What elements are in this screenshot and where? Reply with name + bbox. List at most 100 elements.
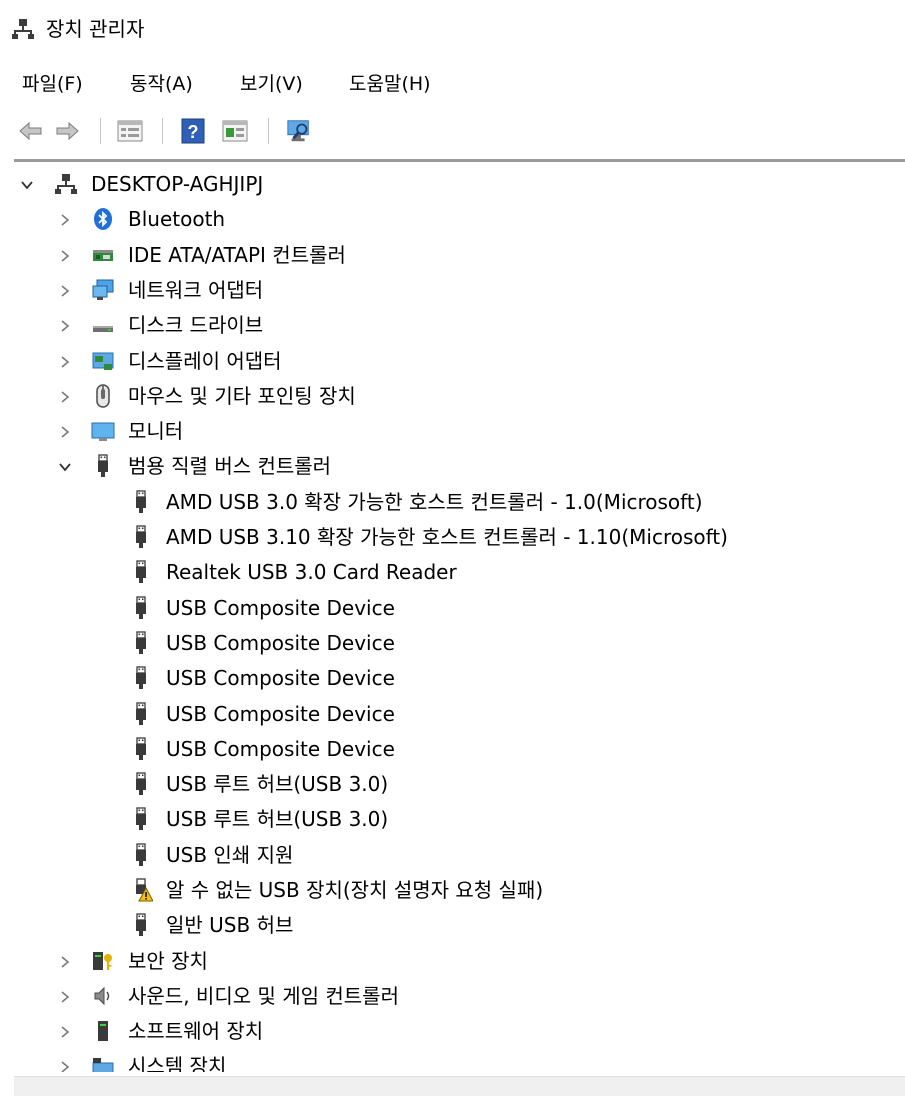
usb-icon: [129, 631, 153, 655]
tree-device[interactable]: USB Composite Device: [0, 660, 905, 695]
tree-category[interactable]: 네트워크 어댑터: [0, 272, 905, 307]
tree-category[interactable]: 사운드, 비디오 및 게임 컨트롤러: [0, 978, 905, 1013]
software-device-icon: [91, 1019, 115, 1043]
tree-device[interactable]: USB Composite Device: [0, 696, 905, 731]
tree-device[interactable]: USB Composite Device: [0, 625, 905, 660]
chevron-right-icon[interactable]: [58, 283, 72, 297]
tree-device[interactable]: AMD USB 3.0 확장 가능한 호스트 컨트롤러 - 1.0(Micros…: [0, 484, 905, 519]
tree-item-label: Bluetooth: [128, 207, 226, 231]
tree-item-label: 디스플레이 어댑터: [128, 349, 282, 373]
update-driver-button[interactable]: [222, 118, 248, 144]
tree-device[interactable]: AMD USB 3.10 확장 가능한 호스트 컨트롤러 - 1.10(Micr…: [0, 519, 905, 554]
menu-view[interactable]: 보기(V): [240, 72, 303, 96]
window-title: 장치 관리자: [46, 17, 145, 41]
menu-action[interactable]: 동작(A): [130, 72, 193, 96]
usb-icon: [129, 772, 153, 796]
sound-icon: [91, 984, 115, 1008]
properties-button[interactable]: [117, 118, 143, 144]
tree-item-label: USB Composite Device: [166, 702, 395, 726]
tree-device[interactable]: 일반 USB 허브: [0, 907, 905, 942]
security-device-icon: [91, 949, 115, 973]
menu-file[interactable]: 파일(F): [22, 72, 83, 96]
system-device-icon: [91, 1054, 115, 1072]
tree-category[interactable]: 마우스 및 기타 포인팅 장치: [0, 378, 905, 413]
device-tree: DESKTOP-AGHJIPJ Bluetooth IDE ATA/ATAPI 컨트…: [0, 166, 905, 1072]
usb-icon: [129, 702, 153, 726]
tree-item-label: Realtek USB 3.0 Card Reader: [166, 560, 457, 584]
svg-text:?: ?: [188, 122, 199, 142]
chevron-right-icon[interactable]: [58, 318, 72, 332]
tree-item-label: AMD USB 3.0 확장 가능한 호스트 컨트롤러 - 1.0(Micros…: [166, 490, 703, 514]
computer-icon: [54, 172, 78, 196]
tree-item-label: 범용 직렬 버스 컨트롤러: [128, 454, 332, 478]
tree-item-label: 알 수 없는 USB 장치(장치 설명자 요청 실패): [166, 878, 544, 902]
tree-category[interactable]: 모니터: [0, 413, 905, 448]
tree-item-label: 일반 USB 허브: [166, 913, 294, 937]
device-manager-icon: [12, 18, 34, 40]
network-adapter-icon: [91, 278, 115, 302]
tree-device[interactable]: 알 수 없는 USB 장치(장치 설명자 요청 실패): [0, 872, 905, 907]
usb-warning-icon: [129, 878, 154, 902]
forward-arrow-icon: [56, 121, 79, 141]
tree-item-label: USB Composite Device: [166, 737, 395, 761]
tree-item-label: USB Composite Device: [166, 596, 395, 620]
mouse-icon: [91, 384, 115, 408]
tree-device[interactable]: USB 루트 허브(USB 3.0): [0, 766, 905, 801]
chevron-down-icon[interactable]: [58, 459, 72, 473]
tree-device[interactable]: USB 루트 허브(USB 3.0): [0, 801, 905, 836]
tree-category[interactable]: 디스크 드라이브: [0, 307, 905, 342]
back-button[interactable]: [18, 118, 44, 144]
chevron-right-icon[interactable]: [58, 989, 72, 1003]
chevron-right-icon[interactable]: [58, 1024, 72, 1038]
tree-category[interactable]: 소프트웨어 장치: [0, 1013, 905, 1048]
chevron-right-icon[interactable]: [58, 248, 72, 262]
chevron-right-icon[interactable]: [58, 212, 72, 226]
disk-drive-icon: [91, 313, 115, 337]
tree-category[interactable]: 디스플레이 어댑터: [0, 343, 905, 378]
usb-icon: [129, 490, 153, 514]
tree-item-label: 시스템 장치: [128, 1054, 227, 1072]
usb-icon: [129, 843, 153, 867]
chevron-right-icon[interactable]: [58, 354, 72, 368]
tree-item-label: 사운드, 비디오 및 게임 컨트롤러: [128, 984, 399, 1008]
usb-icon: [129, 737, 153, 761]
scan-hardware-icon: [287, 120, 309, 142]
tree-item-label: USB 루트 허브(USB 3.0): [166, 772, 389, 796]
forward-button[interactable]: [54, 118, 80, 144]
tree-device[interactable]: USB Composite Device: [0, 731, 905, 766]
tree-item-label: USB 루트 허브(USB 3.0): [166, 807, 389, 831]
chevron-right-icon[interactable]: [58, 1059, 72, 1072]
tree-category[interactable]: 범용 직렬 버스 컨트롤러: [0, 448, 905, 483]
tree-item-label: USB 인쇄 지원: [166, 843, 294, 867]
toolbar: ?: [0, 108, 905, 154]
tree-device[interactable]: USB Composite Device: [0, 590, 905, 625]
tree-item-label: 네트워크 어댑터: [128, 278, 264, 302]
usb-icon: [129, 525, 153, 549]
back-arrow-icon: [19, 121, 42, 141]
tree-category[interactable]: 시스템 장치: [0, 1048, 905, 1072]
bluetooth-icon: [91, 207, 115, 231]
tree-item-label: IDE ATA/ATAPI 컨트롤러: [128, 243, 346, 267]
help-icon: ?: [181, 118, 205, 144]
tree-category[interactable]: Bluetooth: [0, 201, 905, 236]
menu-bar: 파일(F) 동작(A) 보기(V) 도움말(H): [0, 62, 905, 106]
tree-device[interactable]: USB 인쇄 지원: [0, 837, 905, 872]
chevron-right-icon[interactable]: [58, 424, 72, 438]
tree-item-label: 마우스 및 기타 포인팅 장치: [128, 384, 356, 408]
tree-item-label: AMD USB 3.10 확장 가능한 호스트 컨트롤러 - 1.10(Micr…: [166, 525, 728, 549]
chevron-right-icon[interactable]: [58, 389, 72, 403]
usb-icon: [129, 560, 153, 584]
status-bar: [14, 1076, 905, 1096]
usb-icon: [129, 666, 153, 690]
menu-help[interactable]: 도움말(H): [349, 72, 431, 96]
tree-item-label: USB Composite Device: [166, 666, 395, 690]
scan-hardware-button[interactable]: [286, 118, 312, 144]
chevron-down-icon[interactable]: [20, 177, 34, 191]
usb-icon: [129, 913, 153, 937]
tree-root[interactable]: DESKTOP-AGHJIPJ: [0, 166, 905, 201]
tree-category[interactable]: 보안 장치: [0, 943, 905, 978]
help-button[interactable]: ?: [180, 118, 206, 144]
chevron-right-icon[interactable]: [58, 954, 72, 968]
tree-category[interactable]: IDE ATA/ATAPI 컨트롤러: [0, 237, 905, 272]
tree-device[interactable]: Realtek USB 3.0 Card Reader: [0, 554, 905, 589]
